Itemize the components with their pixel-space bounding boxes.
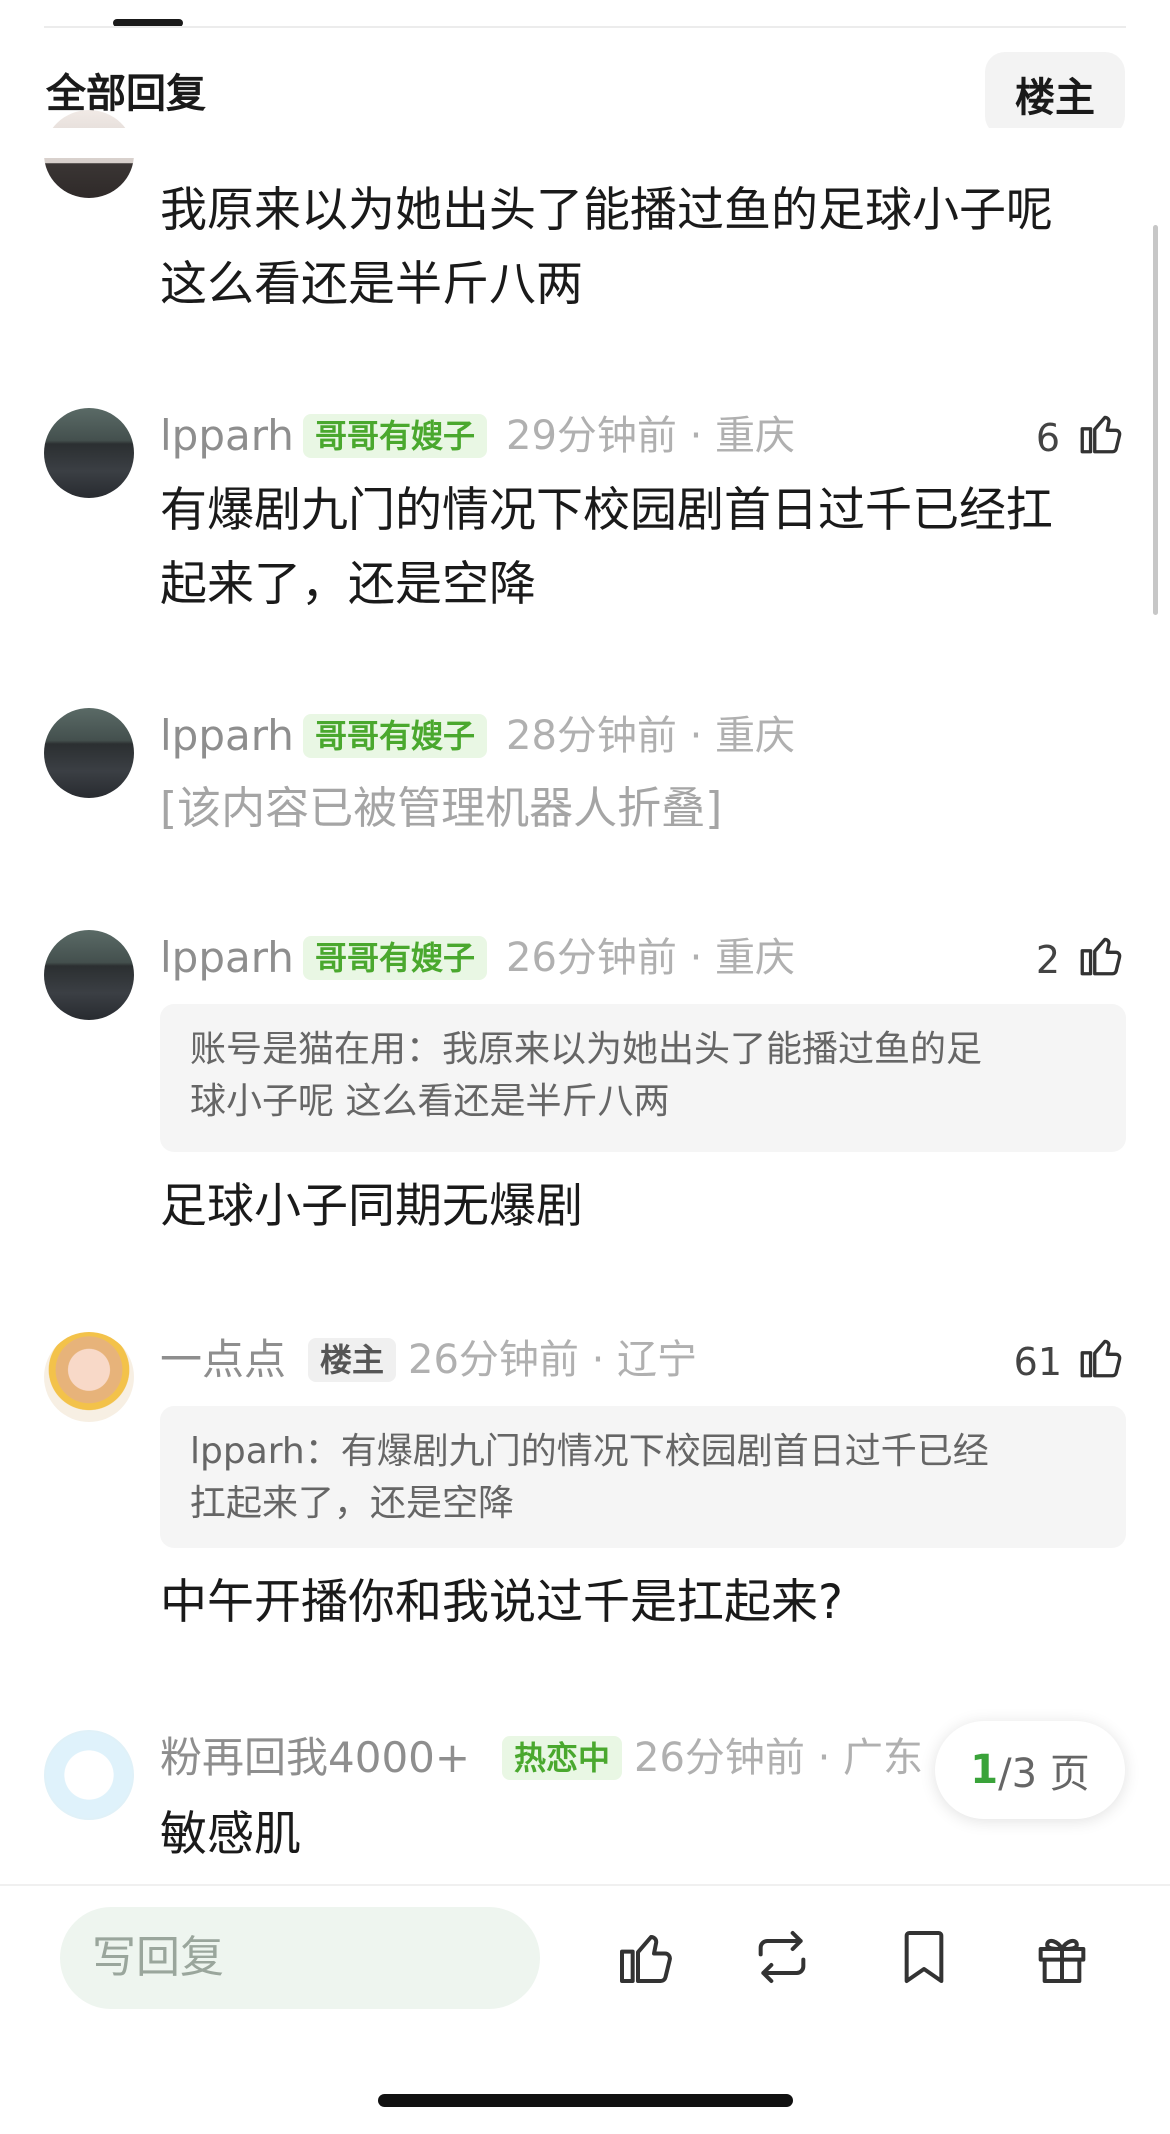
comment-username[interactable]: lpparh	[160, 410, 294, 462]
thumb-up-icon[interactable]	[1076, 408, 1126, 458]
top-divider	[44, 26, 1126, 28]
bookmark-icon[interactable]	[892, 1925, 956, 1989]
quote-text: lpparh：有爆剧九门的情况下校园剧首日过千已经	[190, 1431, 989, 1472]
replies-header-title: 全部回复	[46, 71, 206, 117]
comment-username[interactable]: lpparh	[160, 932, 294, 984]
repost-icon[interactable]	[750, 1925, 814, 1989]
reply-input[interactable]: 写回复	[60, 1907, 540, 2009]
quoted-reply[interactable]: 账号是猫在用：我原来以为她出头了能播过鱼的足 球小子呢 这么看还是半斤八两	[160, 1004, 1126, 1152]
fan-badge: 热恋中	[502, 1736, 623, 1780]
op-only-button[interactable]: 楼主	[985, 52, 1125, 136]
comment-username[interactable]: 一点点	[160, 1334, 286, 1386]
comment-text: 我原来以为她出头了能播过鱼的足球小子呢	[160, 183, 1053, 238]
comment-username[interactable]: 粉再回我4000+	[160, 1732, 470, 1784]
op-badge: 楼主	[308, 1338, 397, 1382]
thumb-up-icon[interactable]	[1076, 930, 1126, 980]
comment-text: 有爆剧九门的情况下校园剧首日过千已经扛	[160, 483, 1053, 538]
comment-username[interactable]: lpparh	[160, 710, 294, 762]
like-count: 6	[1035, 416, 1060, 460]
comment-time-location: 26分钟前 · 辽宁	[408, 1337, 698, 1383]
folded-comment-notice[interactable]: [该内容已被管理机器人折叠]	[160, 780, 722, 838]
comment-time-location: 26分钟前 · 广东	[634, 1735, 924, 1781]
thumb-up-icon[interactable]	[614, 1925, 678, 1989]
comment-time-location: 28分钟前 · 重庆	[506, 713, 796, 759]
bottom-bar-divider	[0, 1884, 1170, 1886]
fan-badge: 哥哥有嫂子	[303, 714, 488, 758]
avatar[interactable]	[44, 930, 134, 1020]
avatar[interactable]	[44, 1730, 134, 1820]
quote-text: 扛起来了，还是空降	[190, 1483, 515, 1524]
fan-badge: 哥哥有嫂子	[303, 414, 488, 458]
comment-text: 足球小子同期无爆剧	[160, 1179, 583, 1234]
quoted-reply[interactable]: lpparh：有爆剧九门的情况下校园剧首日过千已经 扛起来了，还是空降	[160, 1406, 1126, 1548]
avatar[interactable]	[44, 1332, 134, 1422]
like-count: 2	[1035, 938, 1060, 982]
comment-text: 这么看还是半斤八两	[160, 257, 583, 312]
fan-badge: 哥哥有嫂子	[303, 936, 488, 980]
avatar[interactable]	[44, 708, 134, 798]
gift-icon[interactable]	[1030, 1925, 1094, 1989]
avatar[interactable]	[44, 408, 134, 498]
header-mask	[0, 128, 1170, 158]
total-pages: /3 页	[998, 1751, 1090, 1797]
like-count: 61	[1013, 1340, 1062, 1384]
quote-text: 账号是猫在用：我原来以为她出头了能播过鱼的足	[190, 1029, 983, 1070]
thumb-up-icon[interactable]	[1076, 1332, 1126, 1382]
page-indicator[interactable]: 1/3 页	[935, 1721, 1125, 1819]
comment-text: 中午开播你和我说过千是扛起来?	[160, 1575, 843, 1630]
comment-text: 起来了，还是空降	[160, 557, 536, 612]
scrollbar[interactable]	[1153, 225, 1158, 615]
quote-text: 球小子呢 这么看还是半斤八两	[190, 1081, 670, 1122]
home-indicator[interactable]	[378, 2094, 793, 2107]
comment-time-location: 26分钟前 · 重庆	[506, 935, 796, 981]
current-page: 1	[970, 1747, 999, 1793]
comment-text: 敏感肌	[160, 1807, 301, 1862]
comment-time-location: 29分钟前 · 重庆	[506, 413, 796, 459]
